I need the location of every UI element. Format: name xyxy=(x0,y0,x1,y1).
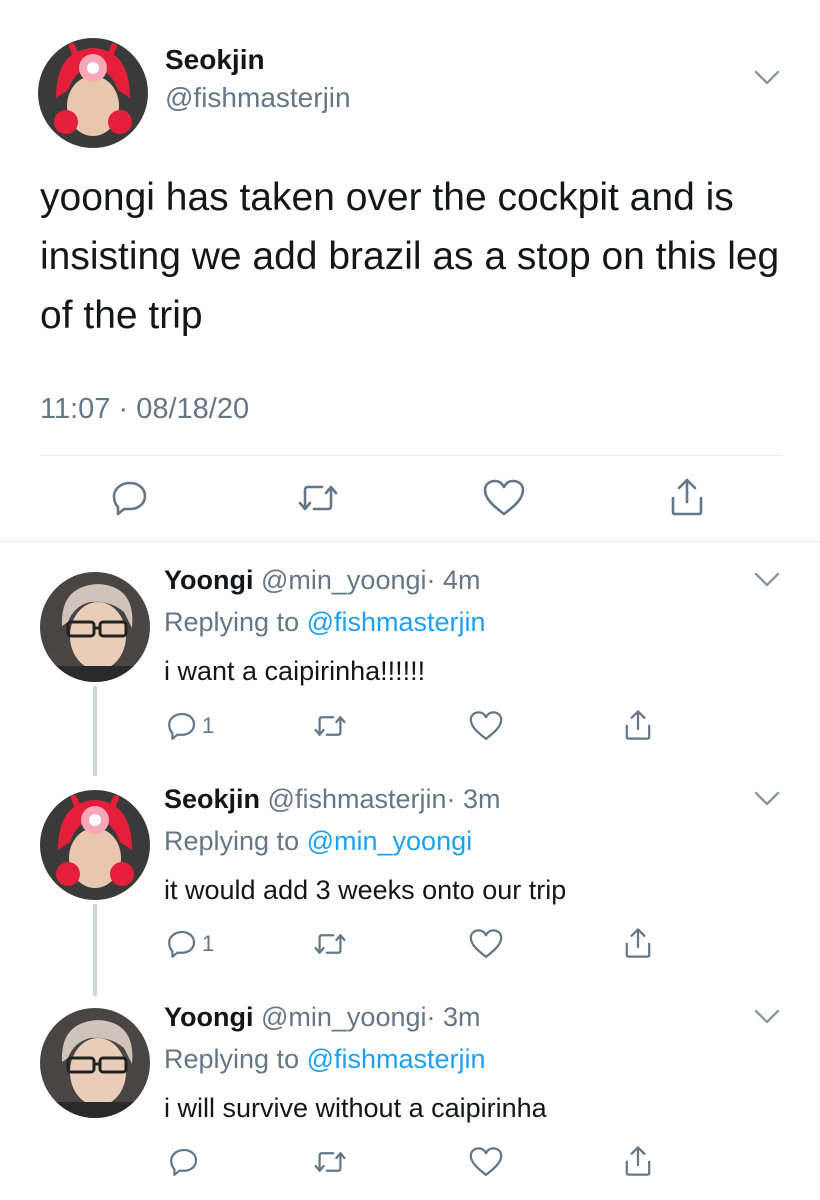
like-icon[interactable] xyxy=(468,928,504,960)
reply-author-handle[interactable]: @fishmasterjin xyxy=(268,784,447,814)
reply-header: Yoongi @min_yoongi· 4m xyxy=(164,565,481,596)
reply-icon[interactable] xyxy=(110,478,150,518)
replying-to-label: Replying to xyxy=(164,826,300,856)
reply-text: i want a caipirinha!!!!!! xyxy=(164,656,426,686)
replying-to-label: Replying to xyxy=(164,1044,300,1074)
reply-icon[interactable] xyxy=(166,928,198,960)
reply-avatar-yoongi[interactable] xyxy=(40,1008,150,1118)
reply-text: i will survive without a caipirinha xyxy=(164,1093,547,1123)
like-icon[interactable] xyxy=(468,1146,504,1178)
chevron-down-icon[interactable] xyxy=(752,787,782,809)
replying-to-link[interactable]: @fishmasterjin xyxy=(307,607,486,637)
main-tweet-timestamp[interactable]: 11:07 · 08/18/20 xyxy=(40,393,249,426)
retweet-icon[interactable] xyxy=(312,928,348,960)
reply-text: it would add 3 weeks onto our trip xyxy=(164,875,567,905)
reply-author-name[interactable]: Seokjin xyxy=(164,784,260,814)
reply-author-handle[interactable]: @min_yoongi xyxy=(261,565,427,595)
replying-to: Replying to @fishmasterjin xyxy=(164,1044,486,1075)
retweet-icon[interactable] xyxy=(312,710,348,742)
reply-header: Yoongi @min_yoongi· 3m xyxy=(164,1002,481,1033)
main-author-name[interactable]: Seokjin xyxy=(165,44,265,76)
chevron-down-icon[interactable] xyxy=(752,568,782,590)
like-icon[interactable] xyxy=(482,478,526,518)
main-author-handle[interactable]: @fishmasterjin xyxy=(165,82,351,114)
divider xyxy=(40,455,782,456)
chevron-down-icon[interactable] xyxy=(752,66,782,88)
reply-avatar-seokjin[interactable] xyxy=(40,790,150,900)
reply-count: 1 xyxy=(202,931,215,956)
reply-icon[interactable] xyxy=(168,1146,200,1178)
reply-author-name[interactable]: Yoongi xyxy=(164,565,253,595)
reply-count: 1 xyxy=(202,713,215,738)
retweet-icon[interactable] xyxy=(312,1146,348,1178)
replying-to-label: Replying to xyxy=(164,607,300,637)
share-icon[interactable] xyxy=(622,926,654,960)
share-icon[interactable] xyxy=(667,476,707,518)
divider xyxy=(0,541,820,542)
share-icon[interactable] xyxy=(622,1144,654,1178)
reply-author-name[interactable]: Yoongi xyxy=(164,1002,253,1032)
thread-line xyxy=(93,686,97,776)
main-author-avatar[interactable] xyxy=(38,38,148,148)
reply-icon[interactable] xyxy=(166,710,198,742)
replying-to: Replying to @fishmasterjin xyxy=(164,607,486,638)
reply-time[interactable]: · 3m xyxy=(447,784,501,814)
reply-time[interactable]: · 4m xyxy=(427,565,481,595)
share-icon[interactable] xyxy=(622,708,654,742)
reply-time[interactable]: · 3m xyxy=(427,1002,481,1032)
replying-to: Replying to @min_yoongi xyxy=(164,826,472,857)
like-icon[interactable] xyxy=(468,710,504,742)
retweet-icon[interactable] xyxy=(296,478,340,518)
chevron-down-icon[interactable] xyxy=(752,1005,782,1027)
reply-author-handle[interactable]: @min_yoongi xyxy=(261,1002,427,1032)
thread-line xyxy=(93,904,97,996)
reply-header: Seokjin @fishmasterjin· 3m xyxy=(164,784,501,815)
main-tweet-text: yoongi has taken over the cockpit and is… xyxy=(40,176,780,337)
reply-avatar-yoongi[interactable] xyxy=(40,572,150,682)
replying-to-link[interactable]: @min_yoongi xyxy=(307,826,473,856)
replying-to-link[interactable]: @fishmasterjin xyxy=(307,1044,486,1074)
